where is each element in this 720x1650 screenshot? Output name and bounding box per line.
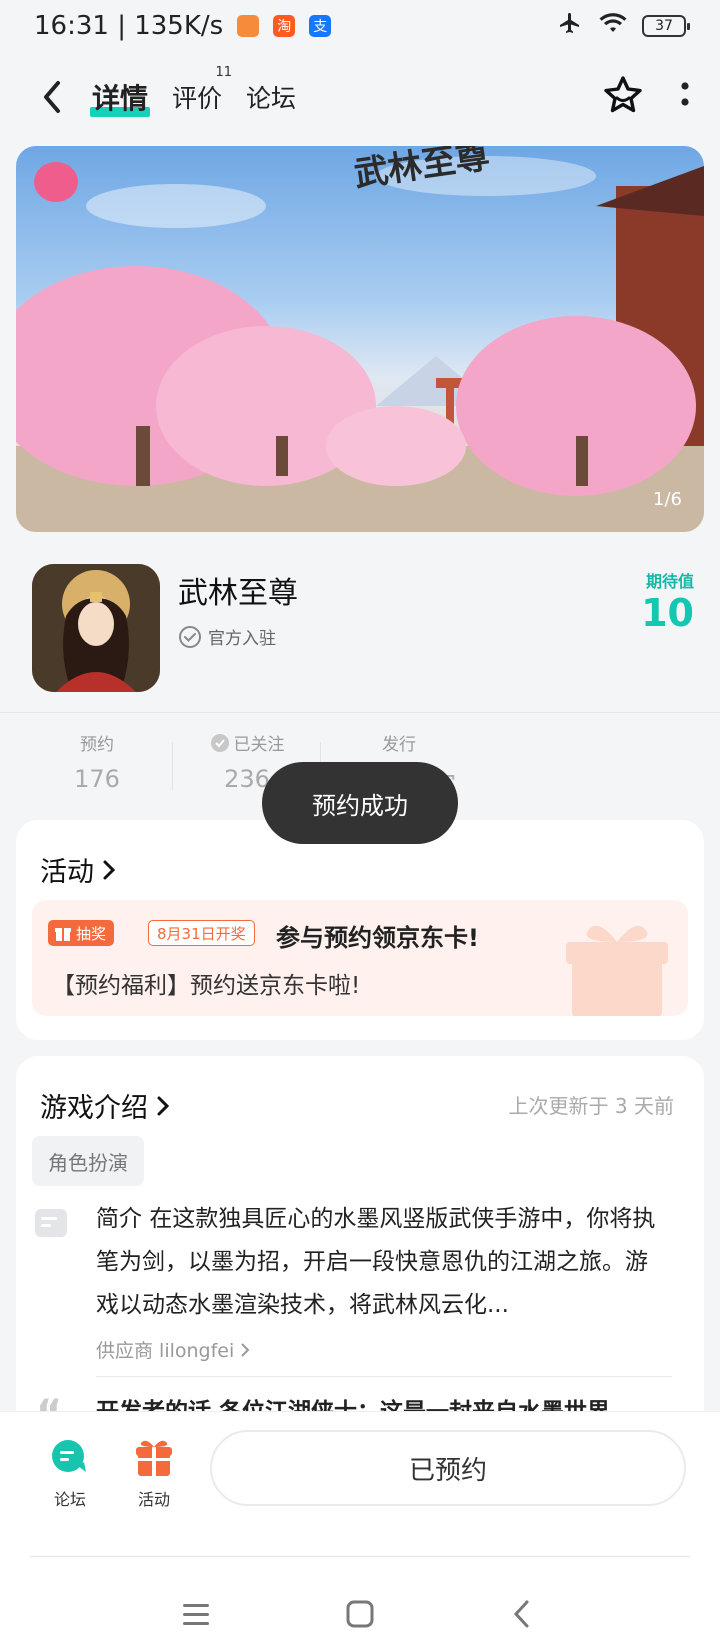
supplier-link[interactable]: 供应商 lilongfei (96, 1336, 250, 1363)
banner-image: 武林至尊 (16, 146, 704, 532)
back-button[interactable] (30, 75, 74, 119)
system-back-icon[interactable] (502, 1594, 542, 1634)
game-intro-card: 游戏介绍 上次更新于 3 天前 角色扮演 简介 在这款独具匠心的水墨风竖版武侠手… (16, 1056, 704, 1438)
divider (96, 1376, 672, 1377)
promo-title: 参与预约领京东卡! (276, 924, 479, 952)
top-nav: 详情 评价 11 论坛 (0, 62, 720, 132)
status-bar: 16:31 | 135K/s 淘 支 37 (0, 0, 720, 52)
shopping-app-icon (237, 15, 260, 37)
genre-tag[interactable]: 角色扮演 (32, 1136, 144, 1186)
lottery-tag: 抽奖 (48, 920, 115, 946)
divider (30, 1556, 690, 1557)
battery-icon: 37 (642, 15, 690, 37)
updated-time: 上次更新于 3 天前 (508, 1094, 674, 1118)
draw-date-tag: 8月31日开奖 (148, 920, 255, 946)
home-icon[interactable] (340, 1594, 380, 1634)
chevron-right-icon (241, 1342, 250, 1357)
carousel-page-indicator: 1/6 (653, 489, 682, 510)
bottom-action-bar: 论坛 活动 已预约 (0, 1412, 720, 1650)
app-info: 武林至尊 官方入驻 期待值 10 (0, 560, 720, 710)
app-name: 武林至尊 (178, 576, 298, 611)
gift-watermark-icon (562, 918, 672, 1016)
game-description[interactable]: 简介 在这款独具匠心的水墨风竖版武侠手游中，你将执笔为剑，以墨为招，开启一段快意… (96, 1198, 656, 1327)
gift-icon (136, 1440, 172, 1476)
tab-details[interactable]: 详情 (90, 77, 151, 117)
tab-forum[interactable]: 论坛 (246, 79, 296, 115)
description-icon (34, 1208, 68, 1242)
menu-icon[interactable] (176, 1594, 216, 1634)
lottery-promo[interactable]: 抽奖 8月31日开奖 参与预约领京东卡! 【预约福利】预约送京东卡啦! (32, 900, 688, 1016)
reserved-button[interactable]: 已预约 (210, 1430, 686, 1506)
divider (0, 712, 720, 713)
wifi-icon (598, 11, 628, 41)
favorite-star-icon[interactable] (602, 74, 644, 120)
official-badge: 官方入驻 (178, 624, 276, 649)
chevron-right-icon (103, 860, 116, 879)
stat-reservations: 预约 176 (74, 735, 120, 793)
activity-button[interactable]: 活动 (114, 1436, 194, 1510)
taobao-icon: 淘 (273, 15, 296, 37)
expectation-score: 期待值 10 (641, 572, 694, 635)
app-icon (32, 564, 160, 692)
system-nav-bar (0, 1576, 720, 1646)
tab-reviews[interactable]: 评价 11 (172, 65, 232, 115)
more-options-icon[interactable] (680, 80, 690, 114)
screenshot-carousel[interactable]: 武林至尊 1/6 (16, 146, 704, 532)
forum-button[interactable]: 论坛 (30, 1436, 110, 1510)
alipay-icon: 支 (309, 15, 332, 37)
heart-check-icon (210, 733, 229, 752)
gift-icon (55, 928, 71, 941)
reservation-success-toast: 预约成功 (262, 762, 458, 844)
activity-title[interactable]: 活动 (40, 850, 116, 889)
reviews-count-badge: 11 (215, 65, 233, 80)
intro-title[interactable]: 游戏介绍 (40, 1086, 170, 1125)
chevron-right-icon (157, 1096, 170, 1115)
promo-description: 【预约福利】预约送京东卡啦! (52, 973, 361, 999)
chevron-left-icon (44, 81, 60, 113)
activity-card: 活动 抽奖 8月31日开奖 参与预约领京东卡! 【预约福利】预约送京东卡啦! (16, 820, 704, 1040)
status-time: 16:31 | 135K/s (34, 11, 224, 41)
airplane-icon (556, 11, 584, 42)
forum-chat-icon (52, 1440, 86, 1472)
check-circle-icon (179, 625, 201, 648)
